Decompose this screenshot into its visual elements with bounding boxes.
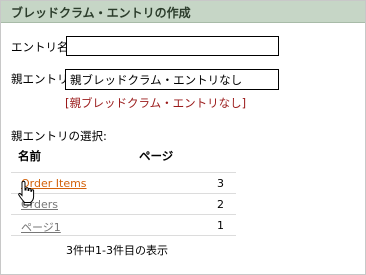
table-row: ページ1 1 — [11, 214, 236, 236]
row-link-page1[interactable]: ページ1 — [21, 219, 61, 235]
pagination-summary: 3件中1-3件目の表示 — [66, 244, 168, 257]
no-parent-entry-link[interactable]: [親ブレッドクラム・エントリなし] — [65, 95, 246, 111]
parent-entry-field[interactable]: 親ブレッドクラム・エントリなし — [65, 69, 279, 90]
table-row: Order Items 3 — [11, 172, 236, 193]
column-header-name: 名前 — [18, 149, 41, 163]
row-page-count: 2 — [217, 198, 224, 211]
entry-name-label: エントリ名 — [11, 40, 69, 54]
panel-title: ブレッドクラム・エントリの作成 — [11, 6, 191, 20]
row-page-count: 1 — [217, 219, 224, 232]
row-page-count: 3 — [217, 177, 224, 190]
create-breadcrumb-entry-panel: ブレッドクラム・エントリの作成 エントリ名 親エントリ 親ブレッドクラム・エント… — [0, 0, 366, 275]
panel-header: ブレッドクラム・エントリの作成 — [1, 1, 365, 23]
hand-pointer-cursor-icon — [18, 180, 35, 206]
table-row: Orders 2 — [11, 193, 236, 214]
entry-name-input[interactable] — [66, 36, 279, 56]
column-header-page: ページ — [139, 149, 174, 163]
parent-entry-label: 親エントリ — [11, 72, 69, 86]
parent-select-heading: 親エントリの選択: — [11, 129, 107, 143]
